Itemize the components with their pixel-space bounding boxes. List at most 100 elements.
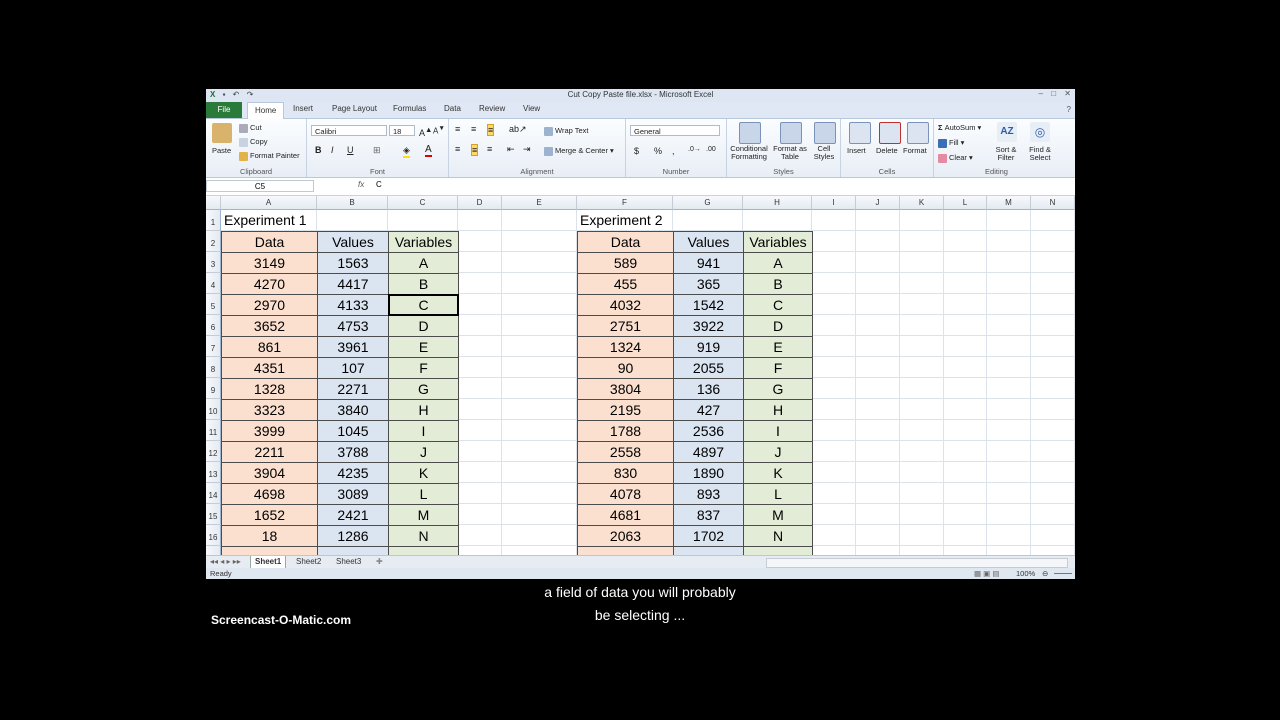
- tab-home[interactable]: Home: [247, 102, 285, 119]
- experiment2-header-cell[interactable]: Data: [577, 231, 674, 253]
- binoculars-icon[interactable]: ◎: [1030, 122, 1050, 142]
- experiment2-cell[interactable]: 589: [577, 252, 674, 274]
- column-header[interactable]: E: [502, 196, 577, 210]
- format-as-table-button[interactable]: Format as Table: [772, 145, 808, 161]
- row-header[interactable]: 3: [206, 252, 221, 273]
- fill-color-icon[interactable]: ◈: [403, 145, 410, 158]
- experiment1-cell[interactable]: 107: [317, 357, 389, 379]
- tab-page-layout[interactable]: Page Layout: [332, 104, 377, 113]
- paste-icon[interactable]: [212, 123, 232, 143]
- column-header[interactable]: J: [856, 196, 900, 210]
- delete-cells-icon[interactable]: [879, 122, 901, 144]
- tab-file[interactable]: File: [206, 102, 242, 118]
- experiment1-cell[interactable]: 3149: [221, 252, 318, 274]
- experiment2-cell[interactable]: 1788: [577, 420, 674, 442]
- experiment1-cell[interactable]: H: [388, 399, 459, 421]
- underline-button[interactable]: U: [347, 145, 354, 155]
- copy-button[interactable]: Copy: [239, 137, 268, 147]
- shrink-font-icon[interactable]: A▼: [433, 125, 445, 136]
- align-bottom-icon[interactable]: ≡: [487, 124, 495, 136]
- select-all-corner[interactable]: [206, 196, 221, 210]
- cut-button[interactable]: Cut: [239, 123, 262, 133]
- experiment1-cell[interactable]: E: [388, 336, 459, 358]
- experiment2-cell[interactable]: 455: [577, 273, 674, 295]
- row-header[interactable]: 11: [206, 420, 221, 441]
- merge-center-button[interactable]: Merge & Center ▾: [544, 146, 614, 156]
- experiment2-cell[interactable]: 1542: [673, 294, 744, 316]
- experiment2-header-cell[interactable]: Variables: [743, 231, 813, 253]
- experiment1-header-cell[interactable]: Values: [317, 231, 389, 253]
- column-header[interactable]: K: [900, 196, 944, 210]
- maximize-button[interactable]: □: [1051, 89, 1056, 98]
- column-header[interactable]: I: [812, 196, 856, 210]
- sort-filter-button[interactable]: Sort & Filter: [990, 146, 1022, 162]
- zoom-slider[interactable]: [1054, 573, 1072, 574]
- experiment2-cell[interactable]: A: [743, 252, 813, 274]
- increase-decimal-icon[interactable]: .0→: [688, 146, 701, 153]
- experiment2-cell[interactable]: 919: [673, 336, 744, 358]
- format-button[interactable]: Format: [903, 146, 927, 155]
- format-as-table-icon[interactable]: [780, 122, 802, 144]
- column-header[interactable]: G: [673, 196, 743, 210]
- experiment2-cell[interactable]: 2751: [577, 315, 674, 337]
- borders-icon[interactable]: ⊞: [373, 145, 381, 156]
- experiment1-cell[interactable]: 4351: [221, 357, 318, 379]
- wrap-text-button[interactable]: Wrap Text: [544, 126, 589, 136]
- format-painter-button[interactable]: Format Painter: [239, 151, 300, 161]
- row-header[interactable]: 1: [206, 210, 221, 231]
- experiment1-cell[interactable]: 4698: [221, 483, 318, 505]
- font-color-icon[interactable]: A: [425, 144, 432, 157]
- cell-styles-button[interactable]: Cell Styles: [810, 145, 838, 161]
- fx-icon[interactable]: fx: [358, 180, 364, 189]
- clear-button[interactable]: Clear ▾: [938, 153, 973, 163]
- zoom-out-icon[interactable]: ⊖: [1042, 569, 1048, 578]
- sheet-tab-sheet2[interactable]: Sheet2: [292, 556, 325, 568]
- orientation-icon[interactable]: ab↗: [509, 124, 527, 135]
- increase-indent-icon[interactable]: ⇥: [523, 144, 531, 155]
- find-select-button[interactable]: Find & Select: [1023, 146, 1057, 162]
- experiment1-cell[interactable]: 3999: [221, 420, 318, 442]
- column-header[interactable]: B: [317, 196, 388, 210]
- experiment2-cell[interactable]: C: [743, 294, 813, 316]
- experiment2-cell[interactable]: 1324: [577, 336, 674, 358]
- experiment1-cell[interactable]: 2421: [317, 504, 389, 526]
- experiment1-cell[interactable]: L: [388, 483, 459, 505]
- experiment1-cell[interactable]: 4235: [317, 462, 389, 484]
- tab-insert[interactable]: Insert: [293, 104, 313, 113]
- align-left-icon[interactable]: ≡: [455, 144, 460, 154]
- experiment2-cell[interactable]: D: [743, 315, 813, 337]
- column-header[interactable]: N: [1031, 196, 1075, 210]
- experiment2-cell[interactable]: 893: [673, 483, 744, 505]
- currency-button[interactable]: $: [634, 146, 639, 156]
- column-header[interactable]: A: [221, 196, 317, 210]
- experiment1-cell[interactable]: 1045: [317, 420, 389, 442]
- insert-sheet-icon[interactable]: ✚: [372, 556, 387, 568]
- row-header[interactable]: 14: [206, 483, 221, 504]
- minimize-button[interactable]: –: [1039, 89, 1043, 98]
- experiment2-cell[interactable]: 2063: [577, 525, 674, 547]
- row-header[interactable]: 15: [206, 504, 221, 525]
- delete-button[interactable]: Delete: [876, 146, 898, 155]
- experiment1-cell[interactable]: G: [388, 378, 459, 400]
- experiment2-cell[interactable]: K: [743, 462, 813, 484]
- row-header[interactable]: 13: [206, 462, 221, 483]
- experiment1-header-cell[interactable]: Variables: [388, 231, 459, 253]
- column-header[interactable]: H: [743, 196, 812, 210]
- paste-button[interactable]: Paste: [212, 146, 231, 155]
- experiment1-cell[interactable]: 3788: [317, 441, 389, 463]
- experiment2-cell[interactable]: 830: [577, 462, 674, 484]
- experiment1-cell[interactable]: 1563: [317, 252, 389, 274]
- column-header[interactable]: D: [458, 196, 502, 210]
- experiment1-cell[interactable]: 2211: [221, 441, 318, 463]
- tab-view[interactable]: View: [523, 104, 540, 113]
- experiment2-cell[interactable]: N: [743, 525, 813, 547]
- column-header[interactable]: L: [944, 196, 987, 210]
- experiment1-title[interactable]: Experiment 1: [224, 210, 306, 231]
- insert-button[interactable]: Insert: [847, 146, 866, 155]
- experiment1-cell[interactable]: M: [388, 504, 459, 526]
- tab-data[interactable]: Data: [444, 104, 461, 113]
- autosum-button[interactable]: Σ AutoSum ▾: [938, 123, 981, 132]
- zoom-level[interactable]: 100%: [1016, 569, 1035, 578]
- experiment1-cell[interactable]: 3840: [317, 399, 389, 421]
- experiment1-cell[interactable]: 2970: [221, 294, 318, 316]
